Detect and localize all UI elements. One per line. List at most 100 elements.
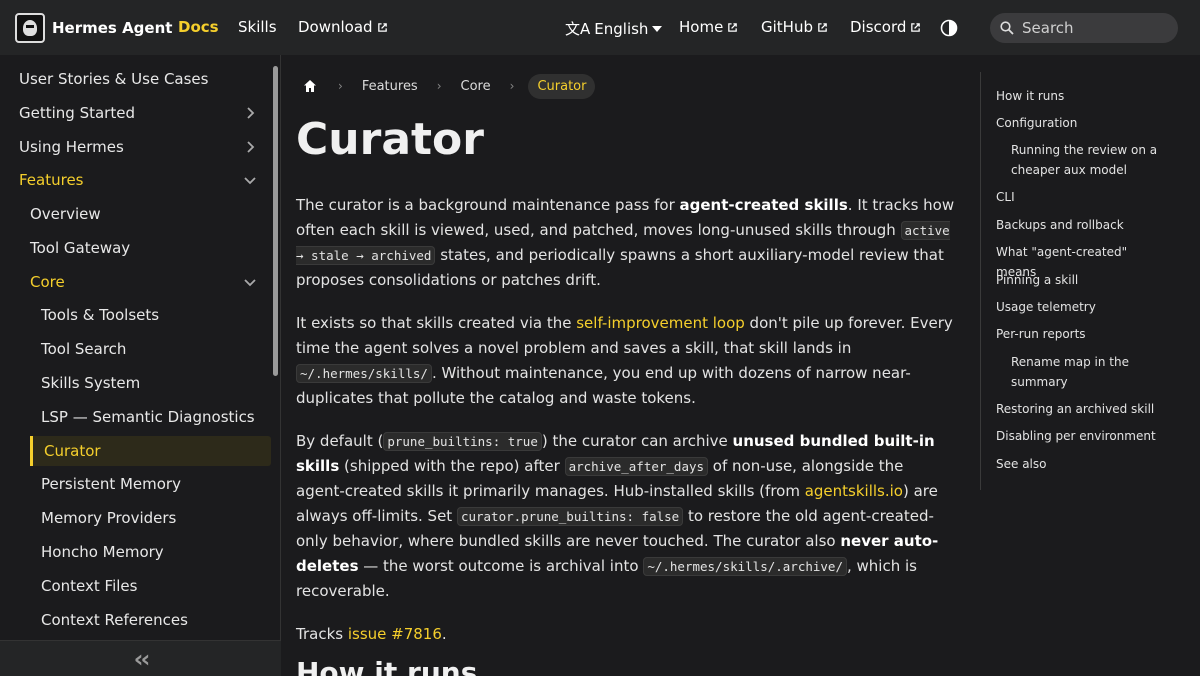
- sidebar-item-memory-providers[interactable]: Memory Providers: [0, 503, 270, 533]
- text: The curator is a background maintenance …: [296, 196, 680, 214]
- nav-discord-link[interactable]: Discord: [850, 18, 921, 36]
- sidebar-item-label: Core: [30, 273, 65, 291]
- sidebar-item-tools-toolsets[interactable]: Tools & Toolsets: [0, 300, 270, 330]
- sidebar-scroll-thumb[interactable]: [273, 66, 278, 376]
- toc-item[interactable]: Backups and rollback: [996, 215, 1168, 235]
- sidebar-item-skills-system[interactable]: Skills System: [0, 368, 270, 398]
- toc-item[interactable]: Rename map in the summary: [1011, 352, 1161, 392]
- language-dropdown[interactable]: 文A English: [565, 18, 663, 39]
- section-heading-how-it-runs: How it runs: [296, 656, 478, 676]
- text: It exists so that skills created via the: [296, 314, 577, 332]
- sidebar-item-lsp[interactable]: LSP — Semantic Diagnostics: [0, 402, 270, 432]
- breadcrumb-separator: ›: [338, 79, 343, 93]
- bold-text: agent-created skills: [679, 196, 848, 214]
- home-icon: [304, 80, 316, 92]
- toc-item[interactable]: Disabling per environment: [996, 426, 1168, 446]
- breadcrumb-separator: ›: [509, 79, 515, 93]
- paragraph-defaults: By default (prune_builtins: true) the cu…: [296, 429, 956, 604]
- translate-icon: 文A: [565, 20, 591, 38]
- sidebar-item-label: Using Hermes: [19, 138, 124, 156]
- sidebar-item-tool-gateway[interactable]: Tool Gateway: [0, 233, 270, 263]
- collapse-sidebar-button[interactable]: ‹‹: [0, 640, 281, 676]
- nav-discord-label: Discord: [850, 18, 907, 36]
- breadcrumb-current: Curator: [528, 73, 596, 99]
- toc-item[interactable]: Configuration: [996, 113, 1168, 133]
- text: — the worst outcome is archival into: [358, 557, 644, 575]
- inline-code: archive_after_days: [564, 457, 709, 476]
- paragraph-purpose: It exists so that skills created via the…: [296, 311, 956, 411]
- sidebar-item-getting-started[interactable]: Getting Started: [0, 98, 270, 128]
- external-link-icon: [728, 22, 738, 32]
- issue-link[interactable]: issue #7816: [348, 625, 442, 643]
- page-title: Curator: [296, 114, 484, 165]
- text: ) the curator can archive: [541, 432, 733, 450]
- inline-code: ~/.hermes/skills/.archive/: [643, 557, 847, 576]
- text: By default (: [296, 432, 384, 450]
- toc-item[interactable]: Running the review on a cheaper aux mode…: [1011, 140, 1161, 180]
- nav-download-label: Download: [298, 18, 373, 36]
- chevron-down-icon: [244, 279, 256, 287]
- sidebar-item-features[interactable]: Features: [0, 165, 270, 195]
- sidebar-item-context-references[interactable]: Context References: [0, 605, 270, 635]
- nav-github-label: GitHub: [761, 18, 813, 36]
- chevron-right-icon: [247, 107, 255, 119]
- sidebar-item-honcho-memory[interactable]: Honcho Memory: [0, 537, 270, 567]
- sidebar-scrollbar[interactable]: [273, 58, 278, 638]
- inline-code: ~/.hermes/skills/: [296, 364, 432, 383]
- double-chevron-left-icon: ‹‹: [133, 644, 151, 673]
- article-body: The curator is a background maintenance …: [296, 193, 956, 665]
- sidebar-item-core[interactable]: Core: [0, 267, 270, 297]
- external-link-icon: [911, 22, 921, 32]
- sidebar-item-using-hermes[interactable]: Using Hermes: [0, 132, 270, 162]
- search-icon: [1000, 21, 1014, 35]
- sidebar: User Stories & Use Cases Getting Started…: [0, 55, 281, 676]
- breadcrumb-home[interactable]: [296, 73, 324, 99]
- chevron-down-icon: [244, 177, 256, 185]
- sidebar-item-tool-search[interactable]: Tool Search: [0, 334, 270, 364]
- sidebar-item-overview[interactable]: Overview: [0, 199, 270, 229]
- hermes-logo-icon[interactable]: [15, 12, 45, 43]
- paragraph-intro: The curator is a background maintenance …: [296, 193, 956, 293]
- nav-home-link[interactable]: Home: [679, 18, 738, 36]
- paragraph-tracks: Tracks issue #7816.: [296, 622, 956, 647]
- toc-item[interactable]: CLI: [996, 187, 1168, 207]
- external-link-icon: [377, 22, 387, 32]
- nav-github-link[interactable]: GitHub: [761, 18, 828, 36]
- inline-code: curator.prune_builtins: false: [456, 507, 684, 526]
- brand-link[interactable]: Hermes Agent: [52, 19, 172, 37]
- sidebar-item-context-files[interactable]: Context Files: [0, 571, 270, 601]
- text: (shipped with the repo) after: [339, 457, 565, 475]
- external-link-icon: [818, 22, 827, 32]
- breadcrumb-features[interactable]: Features: [357, 79, 423, 94]
- nav-skills-link[interactable]: Skills: [238, 18, 277, 36]
- text: Tracks: [296, 625, 348, 643]
- toc-item[interactable]: Per-run reports: [996, 324, 1168, 344]
- table-of-contents: How it runs Configuration Running the re…: [980, 72, 1180, 490]
- search-bar[interactable]: [990, 13, 1178, 43]
- sidebar-item-label: Features: [19, 171, 84, 189]
- toc-item[interactable]: Usage telemetry: [996, 297, 1168, 317]
- breadcrumb-core[interactable]: Core: [456, 79, 496, 94]
- inline-code: prune_builtins: true: [383, 432, 542, 451]
- theme-toggle-icon[interactable]: [940, 19, 958, 37]
- toc-item[interactable]: Restoring an archived skill: [996, 399, 1168, 419]
- nav-docs-link[interactable]: Docs: [178, 18, 219, 36]
- caret-down-icon: [652, 25, 663, 32]
- breadcrumb-separator: ›: [436, 79, 442, 93]
- text: .: [441, 625, 447, 643]
- nav-download-link[interactable]: Download: [298, 18, 388, 36]
- toc-item[interactable]: Pinning a skill: [996, 270, 1168, 290]
- sidebar-item-user-stories[interactable]: User Stories & Use Cases: [0, 64, 270, 94]
- toc-item[interactable]: How it runs: [996, 86, 1168, 106]
- sidebar-item-persistent-memory[interactable]: Persistent Memory: [0, 469, 270, 499]
- navbar: Hermes Agent Docs Skills Download 文A Eng…: [0, 0, 1200, 55]
- nav-home-label: Home: [679, 18, 724, 36]
- language-label: English: [594, 19, 649, 38]
- toc-item[interactable]: See also: [996, 454, 1168, 474]
- sidebar-item-curator[interactable]: Curator: [30, 436, 271, 466]
- search-input[interactable]: [1022, 19, 1162, 37]
- sidebar-item-label: Getting Started: [19, 104, 135, 122]
- self-improvement-loop-link[interactable]: self-improvement loop: [576, 314, 745, 332]
- agentskills-link[interactable]: agentskills.io: [805, 482, 903, 500]
- breadcrumb: › Features › Core › Curator: [296, 73, 596, 99]
